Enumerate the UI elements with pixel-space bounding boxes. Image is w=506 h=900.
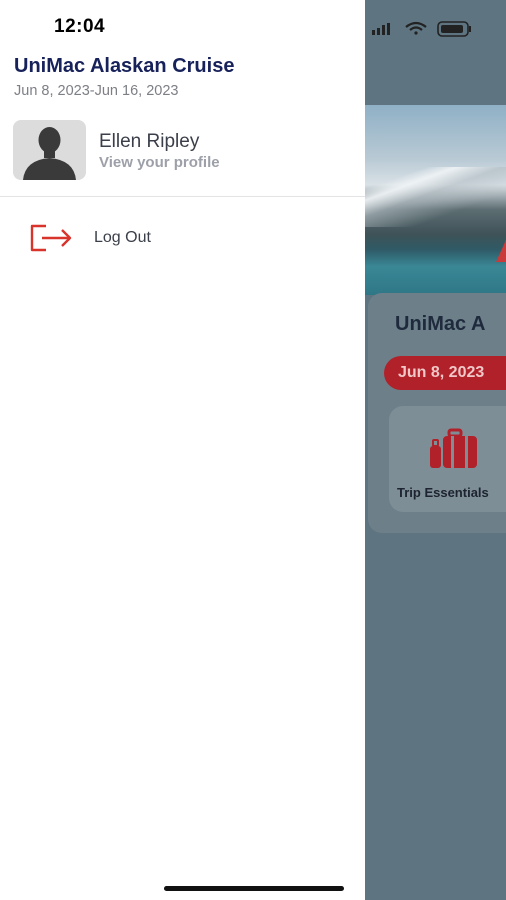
trip-card-title: UniMac A [395, 313, 486, 335]
trip-essentials-label: Trip Essentials [397, 485, 489, 500]
status-time: 12:04 [54, 16, 106, 37]
logo-mark [496, 240, 506, 262]
navigation-drawer: 12:04 UniMac Alaskan Cruise Jun 8, 2023-… [0, 0, 365, 900]
trip-name: UniMac Alaskan Cruise [14, 55, 235, 77]
status-icons [370, 18, 506, 40]
home-indicator[interactable] [164, 886, 344, 891]
logout-icon [30, 224, 72, 252]
logout-label: Log Out [94, 229, 151, 246]
profile-row[interactable]: Ellen Ripley View your profile [0, 112, 365, 192]
trip-dates: Jun 8, 2023-Jun 16, 2023 [14, 83, 179, 99]
avatar [13, 120, 86, 180]
user-name: Ellen Ripley [99, 131, 200, 152]
luggage-icon [430, 428, 477, 468]
wifi-icon [405, 21, 427, 35]
signal-icon [372, 23, 390, 35]
person-silhouette-icon [23, 127, 76, 180]
divider [0, 196, 365, 197]
view-profile-link[interactable]: View your profile [99, 154, 220, 171]
battery-icon [437, 21, 471, 37]
logout-button[interactable]: Log Out [0, 210, 365, 266]
trip-hero-image [365, 105, 506, 295]
trip-date-pill: Jun 8, 2023 [384, 356, 506, 390]
